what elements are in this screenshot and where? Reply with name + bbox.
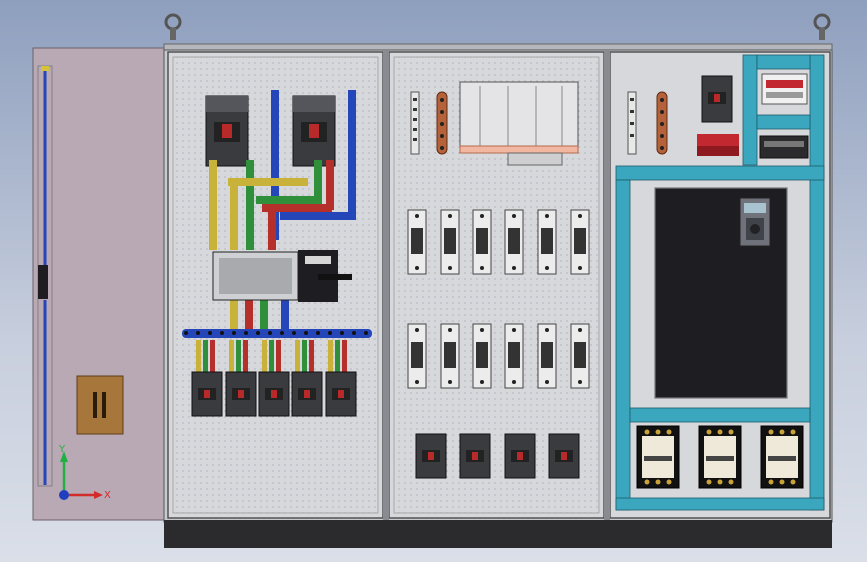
- contactor[interactable]: [698, 425, 742, 489]
- cabinet-door[interactable]: [32, 47, 165, 521]
- copper-earth-bar: [656, 91, 668, 155]
- outgoing-breaker[interactable]: [325, 371, 357, 417]
- plinth: [164, 520, 832, 548]
- fuse-holder[interactable]: [440, 323, 460, 389]
- relay-block: [697, 134, 739, 156]
- isolator-switch[interactable]: [212, 250, 352, 302]
- small-breaker[interactable]: [504, 433, 536, 479]
- vfd-drive[interactable]: [654, 187, 788, 399]
- outgoing-breaker[interactable]: [191, 371, 223, 417]
- outgoing-breaker[interactable]: [291, 371, 323, 417]
- x-axis-label: X: [104, 490, 111, 501]
- control-breaker[interactable]: [701, 75, 733, 123]
- fuse-holder[interactable]: [472, 323, 492, 389]
- vfd-keypad[interactable]: [739, 197, 771, 247]
- fuse-holder[interactable]: [407, 209, 427, 275]
- fuse-holder[interactable]: [570, 323, 590, 389]
- fuse-holder[interactable]: [504, 209, 524, 275]
- fuse-holder[interactable]: [440, 209, 460, 275]
- small-breaker[interactable]: [415, 433, 447, 479]
- terminal-strip: [410, 91, 420, 155]
- busbar-blue-horizontal: [182, 329, 372, 338]
- outgoing-breaker[interactable]: [258, 371, 290, 417]
- contactor[interactable]: [636, 425, 680, 489]
- fuse-holder[interactable]: [407, 323, 427, 389]
- small-breaker[interactable]: [459, 433, 491, 479]
- lifting-eye-icon: [813, 13, 831, 40]
- copper-earth-bar: [436, 91, 448, 155]
- cable-duct: [459, 81, 579, 166]
- cad-viewport[interactable]: Y X: [0, 0, 867, 562]
- door-handle[interactable]: [38, 265, 48, 299]
- fuse-holder[interactable]: [472, 209, 492, 275]
- contactor[interactable]: [760, 425, 804, 489]
- terminal-block-red: [761, 73, 808, 105]
- isolator-handle[interactable]: [318, 274, 352, 280]
- main-breaker[interactable]: [292, 95, 336, 167]
- lifting-eye-icon: [164, 13, 182, 40]
- fuse-holder[interactable]: [537, 209, 557, 275]
- outgoing-breaker[interactable]: [225, 371, 257, 417]
- fuse-holder[interactable]: [570, 209, 590, 275]
- fuse-holder[interactable]: [504, 323, 524, 389]
- terminal-block-black: [759, 135, 809, 159]
- terminal-strip: [627, 91, 637, 155]
- small-breaker[interactable]: [548, 433, 580, 479]
- main-breaker[interactable]: [205, 95, 249, 167]
- fuse-holder[interactable]: [537, 323, 557, 389]
- y-axis-label: Y: [58, 444, 66, 455]
- door-pocket: [76, 375, 124, 435]
